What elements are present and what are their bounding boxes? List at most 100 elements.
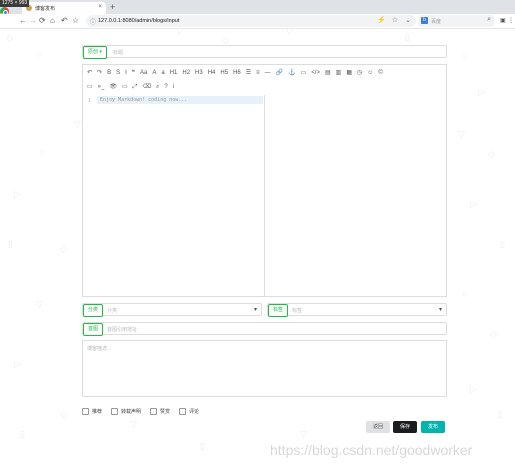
browser-tab[interactable]: 博客发布 × (22, 2, 106, 14)
tag-label: 标签 (268, 304, 289, 317)
pagebreak-icon[interactable]: ▭ (87, 82, 93, 92)
category-field[interactable]: 分类 分类 ▾ (82, 303, 262, 317)
lowercase-icon[interactable]: a (161, 68, 164, 78)
category-label: 分类 (83, 304, 104, 317)
appreciate-label: 赞赏 (160, 409, 171, 415)
description-textarea[interactable]: 博客描述... (82, 340, 447, 397)
home-icon[interactable]: ⌂ (50, 16, 55, 26)
title-case-icon[interactable]: A (152, 68, 156, 78)
goto-line-icon[interactable]: »_ (98, 82, 105, 92)
fullscreen-icon[interactable]: ⤢ (133, 82, 138, 92)
reload-icon[interactable]: ⟳ (39, 16, 46, 26)
watch-icon[interactable]: 👁 (109, 82, 117, 92)
editor-code-pane[interactable]: 1 Enjoy Markdown! coding now... (83, 95, 265, 296)
browser-search-box[interactable]: b 百度 ⌕ (418, 15, 494, 27)
options-row: 推荐 转载声明 赞赏 评论 (82, 408, 208, 415)
uppercase-icon[interactable]: Aa (140, 68, 147, 78)
toolbar-row-2: ▭ »_ 👁 ▭ ⤢ ⌫ ⌕? i (87, 81, 179, 93)
chevron-down-icon: ▾ (253, 307, 257, 313)
info-icon[interactable]: i (173, 82, 174, 92)
emoji-icon[interactable]: ☺ (367, 68, 373, 78)
new-tab-button[interactable]: + (110, 2, 115, 12)
publish-button[interactable]: 发布 (421, 421, 445, 433)
decor-icon: ▯ (8, 239, 13, 249)
decor-icon: ▽ (130, 419, 137, 429)
redo-icon[interactable]: ↷ (97, 68, 102, 78)
description-placeholder: 博客描述... (87, 346, 112, 352)
decor-icon: ▯ (405, 32, 410, 42)
table-icon[interactable]: ▦ (346, 68, 352, 78)
undo-icon[interactable]: ↶ (87, 68, 92, 78)
link-icon[interactable]: 🔗 (276, 68, 283, 78)
history-back-icon[interactable]: ↶ (61, 16, 68, 26)
type-dropdown[interactable]: 原创 ▾ (83, 46, 107, 59)
reprint-checkbox[interactable] (111, 408, 119, 415)
star-icon[interactable]: ☆ (72, 16, 79, 26)
category-placeholder: 分类 (107, 308, 118, 314)
decor-icon: ▽ (458, 129, 465, 139)
first-picture-label: 首图 (83, 323, 104, 336)
tab-close-icon[interactable]: × (98, 4, 102, 10)
decor-icon: ▷ (14, 189, 21, 199)
title-input[interactable]: 标题 (113, 49, 123, 56)
clear-icon[interactable]: ⌫ (142, 82, 150, 92)
bold-icon[interactable]: B (107, 68, 111, 78)
heading-h5-button[interactable]: H5 (220, 68, 228, 78)
ordered-list-icon[interactable]: ≡ (256, 68, 260, 78)
markdown-editor: ↶ ↷ B S I ❝ Aa Aa H1 H2 H3 H4 H5 H6 ☰ ≡ — 🔗 ⚓ ▭ </> ▤ ▥ ▦ ◷ ☺ © ▭ »… (82, 64, 447, 297)
bookmark-star-icon[interactable]: ☆ (392, 16, 398, 24)
tag-placeholder: 标签 (292, 308, 303, 314)
code-block-icon[interactable]: ▤ (325, 68, 331, 78)
search-icon[interactable]: ⌕ (487, 16, 491, 24)
heading-h4-button[interactable]: H4 (208, 68, 216, 78)
help-icon[interactable]: ? (164, 82, 167, 92)
decor-icon: ▽ (74, 119, 81, 129)
italic-icon[interactable]: I (125, 68, 127, 78)
comment-checkbox[interactable] (179, 408, 187, 415)
decor-icon: ◇ (490, 329, 497, 339)
search-icon[interactable]: ⌕ (156, 82, 159, 92)
window-size-label: 1275 × 993 (0, 0, 30, 7)
chevron-down-icon: ▾ (438, 307, 442, 313)
editor-preview-pane (265, 95, 446, 296)
heading-h3-button[interactable]: H3 (195, 68, 203, 78)
lightning-icon[interactable]: ⚡ (377, 16, 386, 24)
quote-icon[interactable]: ❝ (132, 68, 135, 78)
tab-title: 博客发布 (35, 6, 56, 12)
line-number: 1 (88, 98, 91, 104)
first-picture-input[interactable]: 首图引用地址 (107, 326, 137, 333)
tag-field[interactable]: 标签 标签 ▾ (267, 303, 447, 317)
forward-icon[interactable]: → (29, 16, 37, 26)
recommend-checkbox[interactable] (82, 408, 89, 415)
extension-icon[interactable]: ▣ (500, 17, 506, 24)
preformatted-icon[interactable]: ▥ (336, 68, 342, 78)
strikethrough-icon[interactable]: S (116, 68, 120, 78)
heading-h1-button[interactable]: H1 (170, 68, 178, 78)
comment-label: 评论 (189, 409, 200, 415)
unordered-list-icon[interactable]: ☰ (246, 68, 251, 78)
anchor-icon[interactable]: ⚓ (288, 68, 295, 78)
hr-icon[interactable]: — (265, 68, 271, 78)
datetime-icon[interactable]: ◷ (357, 68, 362, 78)
appreciate-checkbox[interactable] (150, 408, 158, 415)
back-button[interactable]: 返回 (366, 421, 390, 433)
decor-icon: ▷ (470, 199, 477, 209)
decor-icon: ◇ (6, 33, 13, 43)
title-field: 原创 ▾ 标题 (82, 45, 447, 59)
heading-h2-button[interactable]: H2 (182, 68, 190, 78)
heading-h6-button[interactable]: H6 (233, 68, 241, 78)
html-entity-icon[interactable]: © (378, 68, 382, 78)
search-engine-icon: b (421, 17, 428, 24)
dropdown-icon[interactable]: ⌄ (405, 16, 411, 24)
decor-icon: ○ (40, 147, 46, 157)
url-text: 127.0.0.1:8080/admin/blogs/input (98, 18, 180, 24)
address-bar[interactable]: ⓘ 127.0.0.1:8080/admin/blogs/input ⚡ ☆ ⌄ (86, 15, 416, 27)
code-icon[interactable]: </> (311, 68, 320, 78)
reprint-label: 转载声明 (121, 409, 142, 415)
preview-icon[interactable]: ▭ (122, 82, 128, 92)
back-icon[interactable]: ← (19, 16, 27, 26)
menu-icon[interactable]: ⋮ (508, 17, 514, 24)
decor-icon: ▯ (498, 409, 503, 419)
save-button[interactable]: 保存 (393, 421, 417, 433)
image-icon[interactable]: ▭ (301, 68, 307, 78)
